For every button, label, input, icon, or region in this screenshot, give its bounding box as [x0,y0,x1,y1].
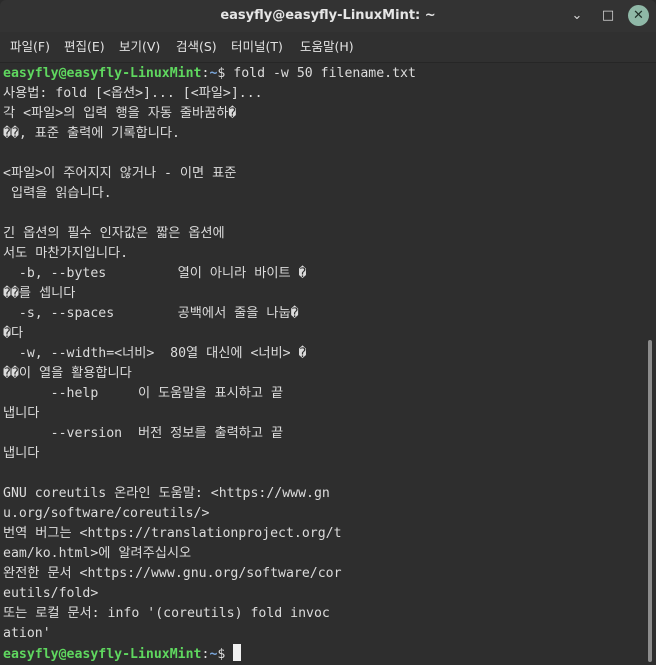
output-line: 긴 옵션의 필수 인자값은 짧은 옵션에 [3,226,225,241]
output-line: eam/ko.html>에 알려주십시오 [3,546,192,561]
output-line: -s, --spaces 공백에서 줄을 나눕� [3,306,299,321]
terminal-window: easyfly@easyfly-LinuxMint: ~ ⌄ □ ✕ 파일(F)… [0,0,656,665]
output-line: <파일>이 주어지지 않거나 - 이면 표준 [3,166,237,181]
command-text: fold -w 50 filename.txt [233,66,416,81]
output-line: 완전한 문서 <https://www.gnu.org/software/cor [3,566,342,581]
prompt-user-host: easyfly@easyfly-LinuxMint [3,647,202,662]
prompt-symbol: $ [217,647,234,662]
output-line: 냅니다 [3,406,40,421]
menu-view[interactable]: 보기(V) [119,32,160,62]
output-line: -w, --width=<너비> 80열 대신에 <너비> � [3,346,307,361]
prompt-user-host: easyfly@easyfly-LinuxMint [3,66,202,81]
output-line: 번역 버그는 <https://translationproject.org/t [3,526,342,541]
close-icon[interactable]: ✕ [628,5,649,26]
menu-edit[interactable]: 편집(E) [64,32,105,62]
output-line: u.org/software/coreutils/> [3,506,210,521]
output-line: ation' [3,626,51,641]
window-title: easyfly@easyfly-LinuxMint: ~ [220,8,436,23]
output-line: GNU coreutils 온라인 도움말: <https://www.gn [3,486,330,501]
menu-help[interactable]: 도움말(H) [300,32,354,62]
minimize-icon[interactable]: ⌄ [567,6,587,26]
output-line: --help 이 도움말을 표시하고 끝 [3,386,284,401]
text-cursor [233,644,242,661]
output-line: �다 [3,326,24,341]
output-line: 서도 마찬가지입니다. [3,246,129,261]
output-line: ��, 표준 출력에 기록합니다. [3,126,180,141]
title-bar[interactable]: easyfly@easyfly-LinuxMint: ~ ⌄ □ ✕ [0,0,656,32]
menu-bar: 파일(F) 편집(E) 보기(V) 검색(S) 터미널(T) 도움말(H) [0,32,656,63]
output-line: ��를 셉니다 [3,286,76,301]
output-line: 또는 로컬 문서: info '(coreutils) fold invoc [3,606,330,621]
menu-terminal[interactable]: 터미널(T) [231,32,283,62]
output-line: 각 <파일>의 입력 행을 자동 줄바꿈하� [3,106,237,121]
maximize-icon[interactable]: □ [598,6,618,26]
output-line: 사용법: fold [<옵션>]... [<파일>]... [3,86,263,101]
prompt-symbol: $ [217,66,234,81]
command-line: easyfly@easyfly-LinuxMint:~$ fold -w 50 … [3,64,416,84]
output-line: --version 버전 정보를 출력하고 끝 [3,426,284,441]
scrollbar-thumb[interactable] [648,340,652,662]
active-prompt-line[interactable]: easyfly@easyfly-LinuxMint:~$ [3,644,242,664]
menu-search[interactable]: 검색(S) [176,32,217,62]
menu-file[interactable]: 파일(F) [10,32,50,62]
output-line: -b, --bytes 열이 아니라 바이트 � [3,266,307,281]
output-line: ��이 열을 활용합니다 [3,366,132,381]
terminal-output[interactable]: easyfly@easyfly-LinuxMint:~$ fold -w 50 … [0,63,644,665]
output-line: eutils/fold> [3,586,99,601]
vertical-scrollbar[interactable] [644,63,656,665]
output-line: 입력을 읽습니다. [3,186,112,201]
output-line: 냅니다 [3,446,40,461]
